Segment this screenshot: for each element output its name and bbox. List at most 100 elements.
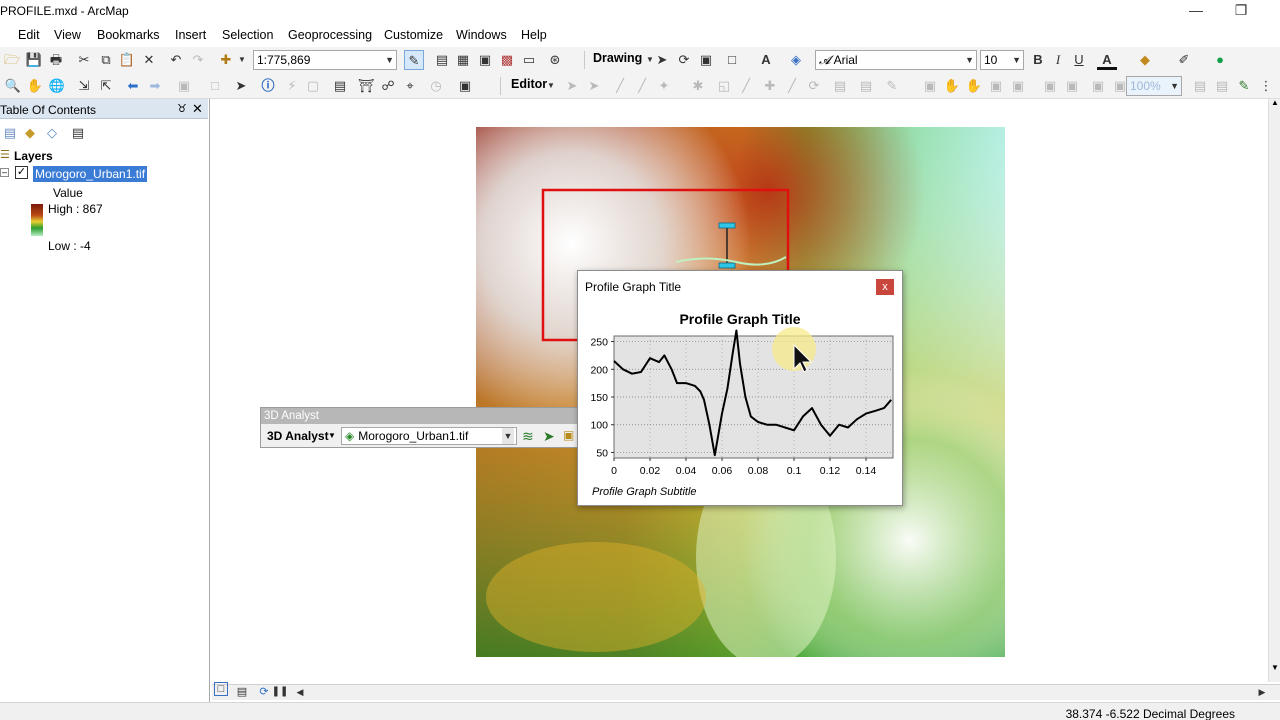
end-point-arc-icon[interactable]: ╱ [632,76,652,96]
catalog-window-icon[interactable]: ▦ [453,50,473,70]
pause-drawing-icon[interactable]: ❚❚ [270,682,290,702]
3d-analyst-toolbar[interactable]: 3D Analyst 3D Analyst ▼ ◈ Morogoro_Urban1… [260,407,590,448]
paste-icon[interactable]: 📋 [117,50,137,70]
3d-analyst-layer-combo[interactable]: ◈ Morogoro_Urban1.tif ▼ [341,427,517,445]
edit-vertices-icon[interactable]: ◱ [714,76,734,96]
cut-icon[interactable]: ✂ [74,50,94,70]
menu-customize[interactable]: Customize [384,28,443,42]
select-elements-icon[interactable]: ➤ [231,76,251,96]
sketch-properties-icon[interactable]: ▤ [856,76,876,96]
scroll-left-icon[interactable]: ◀ [290,682,310,702]
edit-annotation-icon[interactable]: ➤ [584,76,604,96]
layout-full-icon[interactable]: ▣ [986,76,1006,96]
layer-visibility-checkbox[interactable]: ✓ [15,166,28,179]
3d-analyst-menu[interactable]: 3D Analyst [267,429,329,443]
create-features-icon[interactable]: ✎ [882,76,902,96]
layout-zoom-icon[interactable]: ✋ [964,76,984,96]
add-data-dropdown-icon[interactable]: ▼ [232,50,252,70]
delete-icon[interactable]: ✕ [139,50,159,70]
arctoolbox-icon[interactable]: ▩ [497,50,517,70]
layer-name[interactable]: Morogoro_Urban1.tif [33,166,148,182]
menu-bookmarks[interactable]: Bookmarks [97,28,160,42]
contour-icon[interactable]: ≋ [522,428,534,445]
editor-dropdown-icon[interactable]: ▼ [541,76,561,96]
time-slider-icon[interactable]: ◷ [426,76,446,96]
select-features-icon[interactable]: ▣ [174,76,194,96]
menu-windows[interactable]: Windows [456,28,507,42]
edit-tool-icon[interactable]: ➤ [562,76,582,96]
layer-row[interactable]: – ✓ Morogoro_Urban1.tif [0,165,208,183]
close-icon[interactable]: ✕ [192,101,203,117]
scroll-down-icon[interactable]: ▼ [1271,663,1279,672]
steepest-path-icon[interactable]: ➤ [543,428,555,445]
go-to-xy-icon[interactable]: ⌖ [400,76,420,96]
list-by-selection-icon[interactable]: ▤ [68,123,88,143]
copy-icon[interactable]: ⧉ [96,50,116,70]
edit-vertices-icon[interactable]: ◈ [786,50,806,70]
restore-icon[interactable]: ❐ [1231,2,1251,20]
scroll-up-icon[interactable]: ▲ [1271,98,1279,107]
profile-graph-window[interactable]: Profile Graph Title x Profile Graph Titl… [577,270,903,506]
layout-page-icon[interactable]: ▣ [1008,76,1028,96]
find-route-icon[interactable]: ☍ [378,76,398,96]
find-icon[interactable]: ⛩ [356,76,376,96]
text-tool-icon[interactable]: A [756,50,776,70]
editor-toolbar-toggle-icon[interactable]: ✎ [404,50,424,70]
straight-segment-icon[interactable]: ╱ [610,76,630,96]
line-color-icon[interactable]: ✐ [1174,50,1194,70]
overflow-icon[interactable]: ⋮ [1256,76,1276,96]
attributes-icon[interactable]: ▤ [830,76,850,96]
search-window-icon[interactable]: ▣ [475,50,495,70]
menu-view[interactable]: View [54,28,81,42]
pan-icon[interactable]: ✋ [25,76,45,96]
bold-button[interactable]: B [1028,50,1048,70]
point-icon[interactable]: ✱ [688,76,708,96]
layers-group-label[interactable]: Layers [14,149,53,163]
fixed-zoom-out-icon[interactable]: ⇱ [96,76,116,96]
zoom-in-icon[interactable]: 🔍 [3,76,23,96]
fill-color-icon[interactable]: ◆ [1135,50,1155,70]
list-by-source-icon[interactable]: ◆ [20,123,40,143]
undo-icon[interactable]: ↶ [166,50,186,70]
vertical-scrollbar[interactable]: ▲ ▼ [1268,98,1280,682]
collapse-icon[interactable]: – [0,168,9,177]
profile-line-handle[interactable] [718,262,736,269]
map-scale-combo[interactable]: 1:775,869 ▼ [253,50,397,70]
split-icon[interactable]: ╱ [782,76,802,96]
html-popup-icon[interactable]: ▢ [303,76,323,96]
profile-graph-titlebar[interactable]: Profile Graph Title x [578,271,902,301]
scroll-right-icon[interactable]: ▶ [1252,682,1272,702]
editor-pencil-icon[interactable]: ✎ [1234,76,1254,96]
hyperlink-icon[interactable]: ⚡ [282,76,302,96]
close-button[interactable]: x [876,279,894,295]
data-view-icon[interactable]: □ [214,682,228,696]
font-name-combo[interactable]: 𝓐 Arial ▼ [815,50,977,70]
forward-extent-icon[interactable]: ➡ [145,76,165,96]
marker-color-icon[interactable]: ● [1210,50,1230,70]
menu-help[interactable]: Help [521,28,547,42]
menu-edit[interactable]: Edit [18,28,40,42]
measure-icon[interactable]: ▤ [330,76,350,96]
3d-analyst-dropdown-icon[interactable]: ▼ [328,431,336,440]
profile-chart[interactable]: Profile Graph Title 50100150200250 0 0.02… [578,301,902,505]
fixed-zoom-in-icon[interactable]: ⇲ [74,76,94,96]
layout-view-icon[interactable]: ▤ [232,682,252,702]
drawing-menu[interactable]: Drawing [593,51,642,65]
create-viewer-window-icon[interactable]: ▣ [455,76,475,96]
rectangle-icon[interactable]: □ [722,50,742,70]
layout-view-icon[interactable]: ▤ [432,50,452,70]
profile-line-handle[interactable] [718,222,736,229]
list-by-drawing-order-icon[interactable]: ▤ [0,123,20,143]
font-color-button[interactable]: A [1097,50,1117,70]
georeferencing-icon[interactable]: ▣ [920,76,940,96]
menu-geoprocessing[interactable]: Geoprocessing [288,28,372,42]
menu-insert[interactable]: Insert [175,28,206,42]
print-icon[interactable]: 🖶 [46,50,66,70]
model-builder-icon[interactable]: ⊛ [545,50,565,70]
layout-forward-icon[interactable]: ▣ [1062,76,1082,96]
save-icon[interactable]: 💾 [24,50,44,70]
layout-zoom-whole-icon[interactable]: ▣ [1088,76,1108,96]
menu-selection[interactable]: Selection [222,28,273,42]
open-icon[interactable]: 🗁 [2,50,22,70]
back-extent-icon[interactable]: ⬅ [123,76,143,96]
